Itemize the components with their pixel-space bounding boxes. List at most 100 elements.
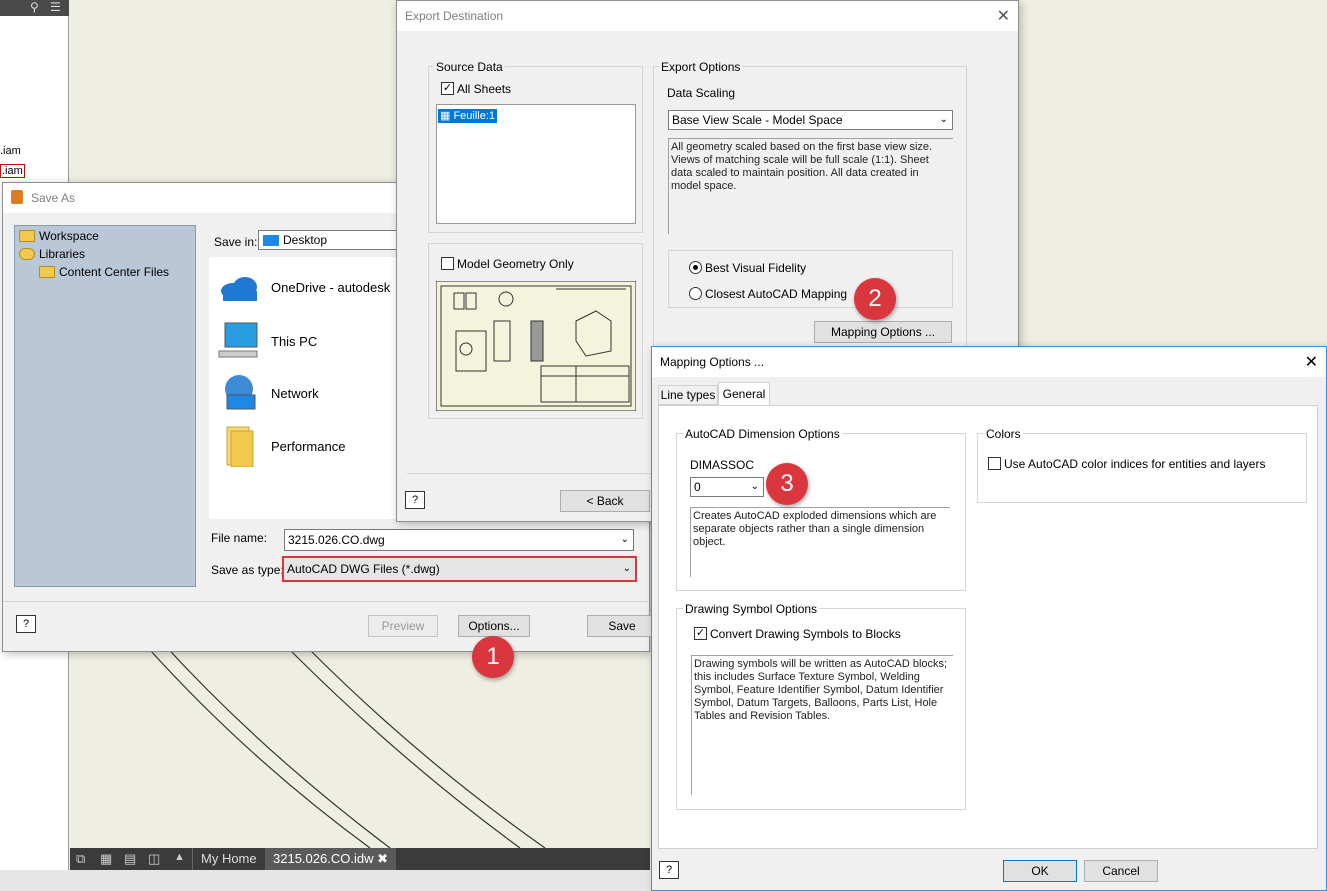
- dimassoc-label: DIMASSOC: [690, 458, 755, 472]
- cloud-icon: [221, 277, 257, 301]
- help-button[interactable]: ?: [659, 861, 679, 879]
- browser-file-2[interactable]: .iam: [0, 164, 25, 178]
- tab-document-label: 3215.026.CO.idw: [273, 851, 374, 866]
- up-arrow-icon[interactable]: ▲: [174, 851, 185, 863]
- tile-icon[interactable]: ▦: [100, 851, 112, 867]
- save-as-title: Save As: [31, 191, 76, 205]
- menu-icon[interactable]: ☰: [50, 0, 61, 14]
- model-geometry-checkbox[interactable]: [441, 257, 454, 270]
- data-scaling-label: Data Scaling: [667, 86, 736, 100]
- tree-item-content-center[interactable]: Content Center Files: [39, 265, 169, 279]
- ok-button[interactable]: OK: [1003, 860, 1077, 882]
- export-title: Export Destination: [405, 9, 504, 23]
- help-button[interactable]: ?: [405, 491, 425, 509]
- place-network[interactable]: Network: [217, 373, 319, 413]
- drawing-symbol-label: Drawing Symbol Options: [683, 602, 820, 616]
- chevron-down-icon[interactable]: ⌄: [940, 111, 948, 129]
- location-tree: Workspace Libraries Content Center Files: [14, 225, 196, 587]
- network-icon: [225, 375, 256, 410]
- close-icon[interactable]: ✕: [1305, 352, 1318, 372]
- help-button[interactable]: ?: [16, 615, 36, 633]
- export-titlebar: Export Destination ✕: [397, 1, 1018, 31]
- place-this-pc[interactable]: This PC: [217, 321, 317, 361]
- file-name-label: File name:: [211, 531, 268, 545]
- best-fidelity-label: Best Visual Fidelity: [705, 261, 807, 275]
- export-options-group: Export Options Data Scaling Base View Sc…: [653, 60, 967, 351]
- symbol-description: Drawing symbols will be written as AutoC…: [691, 655, 953, 795]
- browser-toolbar: ⚲ ☰: [0, 0, 69, 16]
- color-indices-checkbox[interactable]: [988, 457, 1001, 470]
- sheet-item[interactable]: ▦ Feuille:1: [438, 109, 498, 123]
- tab-document[interactable]: 3215.026.CO.idw ✖: [265, 848, 396, 870]
- chevron-down-icon[interactable]: ⌄: [751, 478, 759, 496]
- closest-mapping-label: Closest AutoCAD Mapping: [705, 287, 848, 301]
- data-scaling-select[interactable]: Base View Scale - Model Space ⌄: [668, 110, 953, 130]
- dimension-options-group: AutoCAD Dimension Options DIMASSOC 0 ⌄ C…: [676, 427, 966, 591]
- file-name-input[interactable]: 3215.026.CO.dwg ⌄: [284, 529, 634, 551]
- status-strip: [0, 870, 650, 891]
- tab-line-types[interactable]: Line types: [658, 385, 718, 405]
- document-tabs-bar: ⧉ ▦ ▤ ◫ ▲ My Home 3215.026.CO.idw ✖: [70, 848, 650, 870]
- options-button[interactable]: Options...: [458, 615, 530, 637]
- mapping-titlebar: Mapping Options ... ✕: [652, 347, 1326, 377]
- tree-label: Content Center Files: [59, 265, 170, 279]
- general-tab-panel: AutoCAD Dimension Options DIMASSOC 0 ⌄ C…: [658, 405, 1318, 849]
- save-in-select[interactable]: Desktop: [258, 230, 403, 250]
- best-fidelity-radio[interactable]: [689, 261, 702, 274]
- chevron-down-icon[interactable]: ⌄: [621, 530, 629, 550]
- preview-button[interactable]: Preview: [368, 615, 438, 637]
- place-label: OneDrive - autodesk: [271, 279, 391, 295]
- place-label: This PC: [271, 333, 318, 349]
- dimassoc-value: 0: [694, 480, 701, 494]
- cascade-icon[interactable]: ⧉: [76, 851, 85, 867]
- convert-symbols-checkbox[interactable]: ✓: [694, 627, 707, 640]
- file-name-value: 3215.026.CO.dwg: [288, 533, 385, 547]
- save-type-label: Save as type:: [211, 563, 284, 577]
- save-type-select[interactable]: AutoCAD DWG Files (*.dwg) ⌄: [282, 556, 637, 582]
- tree-item-workspace[interactable]: Workspace: [19, 229, 99, 243]
- place-label: Performance: [271, 438, 346, 454]
- sheet-preview-image: [436, 281, 636, 411]
- step-badge-2: 2: [854, 278, 896, 320]
- fidelity-group: Best Visual Fidelity Closest AutoCAD Map…: [668, 250, 953, 308]
- close-icon[interactable]: ✖: [377, 851, 388, 866]
- cancel-button[interactable]: Cancel: [1084, 860, 1158, 882]
- tree-item-libraries[interactable]: Libraries: [19, 247, 85, 261]
- browser-file-1[interactable]: .iam: [0, 145, 21, 157]
- save-in-value: Desktop: [283, 233, 328, 247]
- back-button[interactable]: < Back: [560, 490, 650, 512]
- closest-mapping-radio[interactable]: [689, 287, 702, 300]
- colors-label: Colors: [984, 427, 1023, 441]
- all-sheets-checkbox[interactable]: ✓: [441, 82, 454, 95]
- colors-group: Colors Use AutoCAD color indices for ent…: [977, 427, 1307, 503]
- search-icon[interactable]: ⚲: [30, 0, 39, 14]
- close-icon[interactable]: ✕: [997, 6, 1010, 26]
- place-performance[interactable]: Performance: [217, 425, 345, 467]
- dimassoc-select[interactable]: 0 ⌄: [690, 477, 764, 497]
- folder-icon: [39, 266, 55, 278]
- mapping-title: Mapping Options ...: [660, 355, 765, 369]
- dimension-options-label: AutoCAD Dimension Options: [683, 427, 842, 441]
- divider: [3, 601, 649, 602]
- libraries-icon: [19, 248, 35, 260]
- step-badge-3: 3: [766, 463, 808, 505]
- place-onedrive[interactable]: OneDrive - autodesk: [217, 273, 390, 301]
- folder-icon: [226, 426, 254, 467]
- vertical-tile-icon[interactable]: ◫: [148, 851, 160, 867]
- places-list: OneDrive - autodesk This PC Network Perf…: [209, 257, 399, 519]
- color-indices-label: Use AutoCAD color indices for entities a…: [1004, 457, 1266, 471]
- dimassoc-description: Creates AutoCAD exploded dimensions whic…: [690, 507, 950, 577]
- sheet-item-label: Feuille:1: [453, 110, 496, 122]
- tab-my-home[interactable]: My Home: [192, 848, 265, 870]
- save-button[interactable]: Save: [587, 615, 657, 637]
- mapping-options-button[interactable]: Mapping Options ...: [814, 321, 952, 343]
- arrange-icon[interactable]: ▤: [124, 851, 136, 867]
- place-label: Network: [271, 385, 319, 401]
- tab-general[interactable]: General: [718, 382, 770, 406]
- computer-icon: [218, 322, 258, 358]
- chevron-down-icon[interactable]: ⌄: [623, 558, 631, 580]
- desktop-icon: [263, 235, 279, 246]
- scaling-description: All geometry scaled based on the first b…: [668, 138, 953, 234]
- all-sheets-label: All Sheets: [457, 82, 512, 96]
- tree-label: Libraries: [39, 247, 86, 261]
